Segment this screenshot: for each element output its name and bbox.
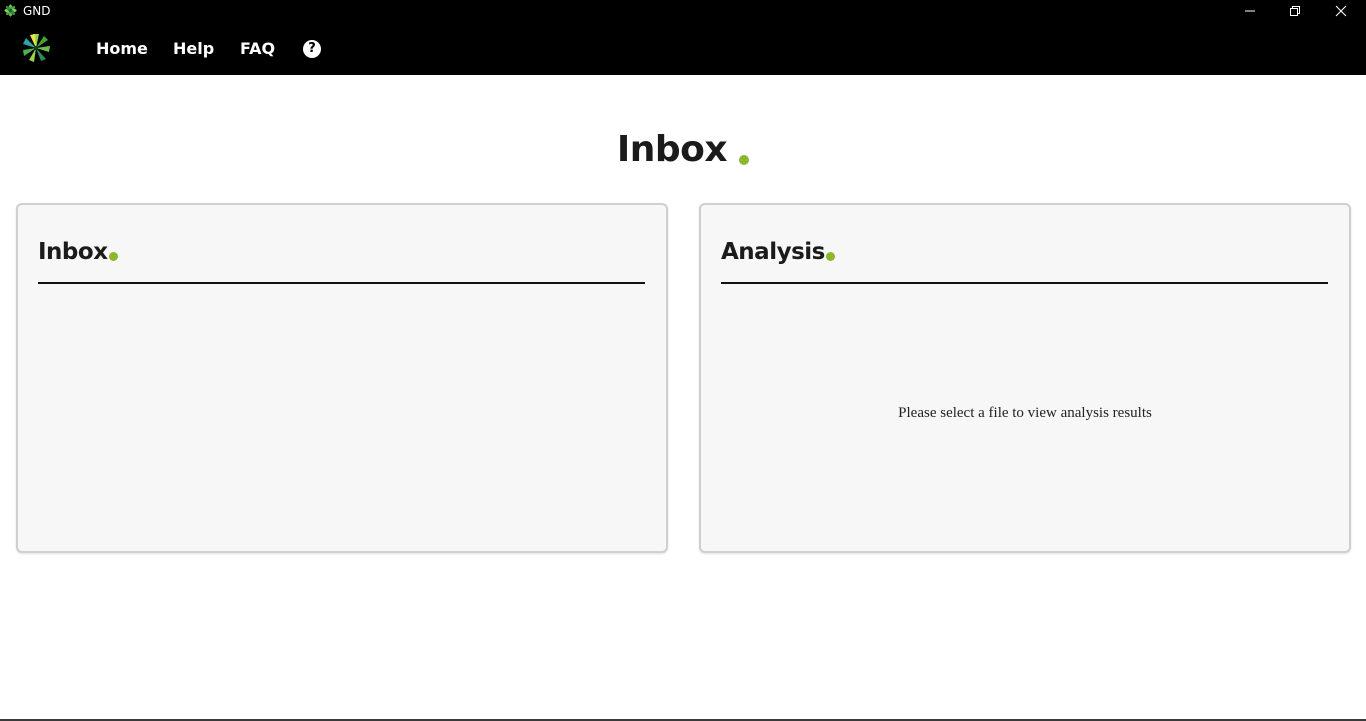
close-icon (1335, 5, 1347, 17)
top-nav: Home Help FAQ ? (0, 22, 1366, 75)
maximize-button[interactable] (1272, 0, 1318, 22)
analysis-panel: Analysis Please select a file to view an… (699, 203, 1351, 553)
nav-faq-link[interactable]: FAQ (240, 39, 275, 58)
page-title-text: Inbox (616, 129, 728, 170)
minimize-button[interactable] (1227, 0, 1273, 22)
help-question-icon[interactable]: ? (303, 40, 321, 58)
analysis-panel-title-text: Analysis (721, 239, 825, 265)
divider (721, 282, 1328, 284)
nav-home-link[interactable]: Home (96, 39, 148, 58)
analysis-panel-title: Analysis (721, 238, 835, 266)
divider (38, 282, 645, 284)
status-dot (825, 252, 835, 261)
status-dot (108, 252, 118, 261)
inbox-panel-title-text: Inbox (38, 239, 108, 265)
inbox-panel-title: Inbox (38, 238, 118, 266)
gnd-logo-icon (4, 4, 17, 17)
window-titlebar: GND (0, 0, 1366, 22)
minimize-icon (1245, 10, 1255, 12)
nav-help-link[interactable]: Help (173, 39, 214, 58)
maximize-icon (1290, 6, 1300, 16)
page-title: Inbox (0, 128, 1366, 172)
gnd-logo-icon[interactable] (22, 33, 50, 63)
analysis-empty-message: Please select a file to view analysis re… (898, 405, 1152, 421)
inbox-panel: Inbox (16, 203, 668, 553)
status-dot (739, 155, 750, 165)
close-button[interactable] (1318, 0, 1364, 22)
window-title: GND (23, 4, 51, 18)
